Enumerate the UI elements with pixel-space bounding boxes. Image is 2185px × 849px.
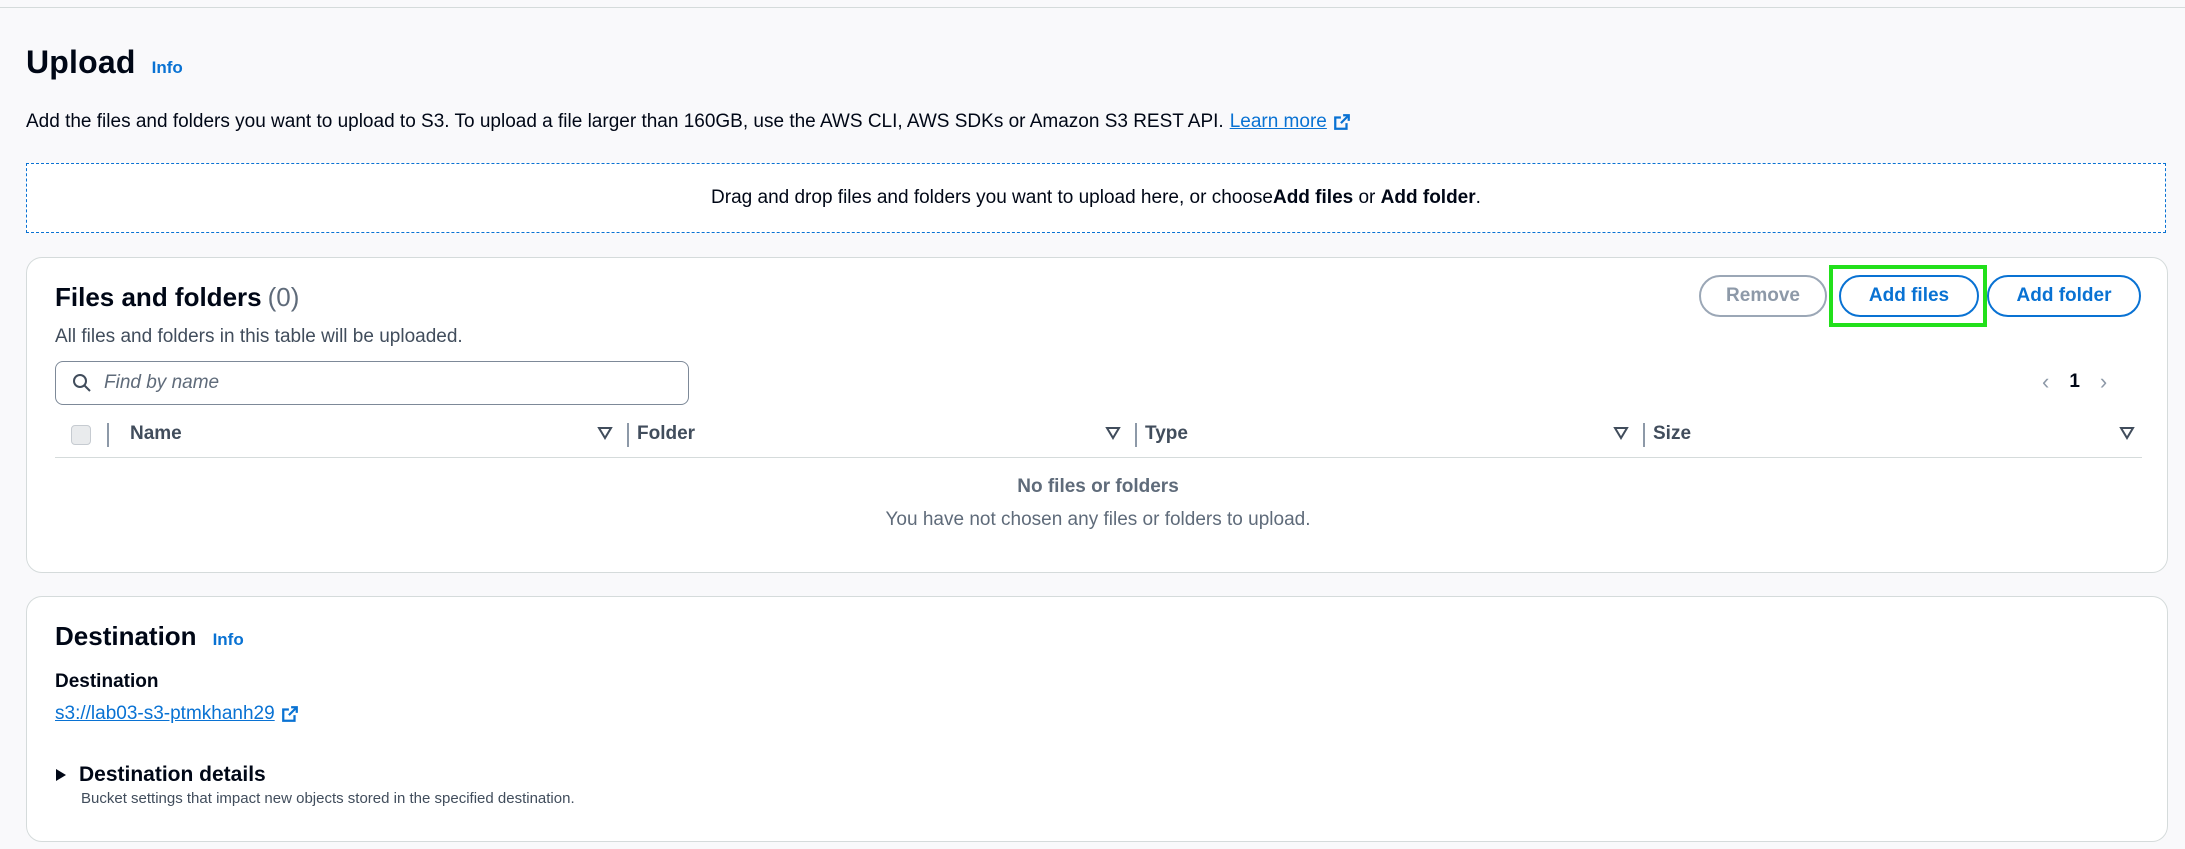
- page-number[interactable]: 1: [2069, 371, 2080, 393]
- column-folder[interactable]: Folder: [637, 423, 695, 445]
- caret-right-icon: [56, 769, 66, 781]
- empty-state-title: No files or folders: [1017, 476, 1179, 497]
- column-separator: [107, 423, 109, 447]
- destination-label: Destination: [55, 671, 159, 692]
- sort-icon[interactable]: [1613, 425, 1629, 441]
- chevron-left-icon[interactable]: ‹: [2042, 369, 2049, 395]
- search-placeholder: Find by name: [104, 372, 220, 393]
- page-title: Upload: [26, 44, 136, 80]
- empty-state-subtitle: You have not chosen any files or folders…: [885, 509, 1311, 530]
- page-description: Add the files and folders you want to up…: [26, 111, 1351, 133]
- destination-bucket-link[interactable]: s3://lab03-s3-ptmkhanh29: [55, 703, 299, 725]
- files-panel-title: Files and folders (0): [55, 282, 299, 313]
- bucket-link-text: s3://lab03-s3-ptmkhanh29: [55, 703, 275, 724]
- destination-details-title: Destination details: [79, 763, 266, 786]
- files-panel-subtitle: All files and folders in this table will…: [55, 326, 463, 347]
- search-input[interactable]: Find by name: [55, 361, 689, 405]
- add-folder-button[interactable]: Add folder: [1987, 275, 2141, 317]
- dropzone-or: or: [1353, 187, 1381, 208]
- sort-icon[interactable]: [1105, 425, 1121, 441]
- destination-panel: Destination Info Destination s3://lab03-…: [26, 596, 2168, 842]
- page-header: Upload Info: [26, 44, 183, 81]
- top-divider: [0, 7, 2185, 8]
- add-files-button[interactable]: Add files: [1839, 275, 1979, 317]
- column-type[interactable]: Type: [1145, 423, 1188, 445]
- column-name[interactable]: Name: [130, 423, 182, 445]
- column-separator[interactable]: [1135, 423, 1137, 447]
- files-title-text: Files and folders: [55, 282, 262, 312]
- sort-icon[interactable]: [597, 425, 613, 441]
- external-link-icon: [1333, 114, 1350, 130]
- destination-title: Destination: [55, 621, 197, 651]
- column-separator[interactable]: [1643, 423, 1645, 447]
- learn-more-label: Learn more: [1229, 111, 1327, 132]
- dropzone-text: Drag and drop files and folders you want…: [711, 187, 1273, 208]
- remove-button[interactable]: Remove: [1699, 275, 1827, 317]
- destination-info-link[interactable]: Info: [213, 630, 244, 650]
- pagination: ‹ 1 ›: [2042, 369, 2107, 395]
- info-link[interactable]: Info: [152, 58, 183, 78]
- destination-details-toggle[interactable]: Destination details: [55, 763, 266, 787]
- dropzone-add-files: Add files: [1272, 187, 1354, 208]
- drop-zone[interactable]: Drag and drop files and folders you want…: [26, 163, 2166, 233]
- description-text: Add the files and folders you want to up…: [26, 111, 1224, 132]
- destination-details-description: Bucket settings that impact new objects …: [81, 790, 575, 807]
- table-header: Name Folder Type Size: [55, 411, 2142, 458]
- learn-more-link[interactable]: Learn more: [1230, 111, 1351, 133]
- dropzone-period: .: [1475, 187, 1481, 208]
- files-and-folders-panel: Files and folders (0) All files and folde…: [26, 257, 2168, 573]
- select-all-checkbox[interactable]: [71, 425, 91, 445]
- column-size[interactable]: Size: [1653, 423, 1691, 445]
- column-separator[interactable]: [627, 423, 629, 447]
- search-icon: [73, 374, 91, 392]
- files-count: (0): [267, 282, 300, 312]
- external-link-icon: [281, 706, 298, 722]
- chevron-right-icon[interactable]: ›: [2100, 369, 2107, 395]
- dropzone-add-folder: Add folder: [1380, 187, 1476, 208]
- destination-header: Destination Info: [55, 621, 244, 652]
- sort-icon[interactable]: [2119, 425, 2135, 441]
